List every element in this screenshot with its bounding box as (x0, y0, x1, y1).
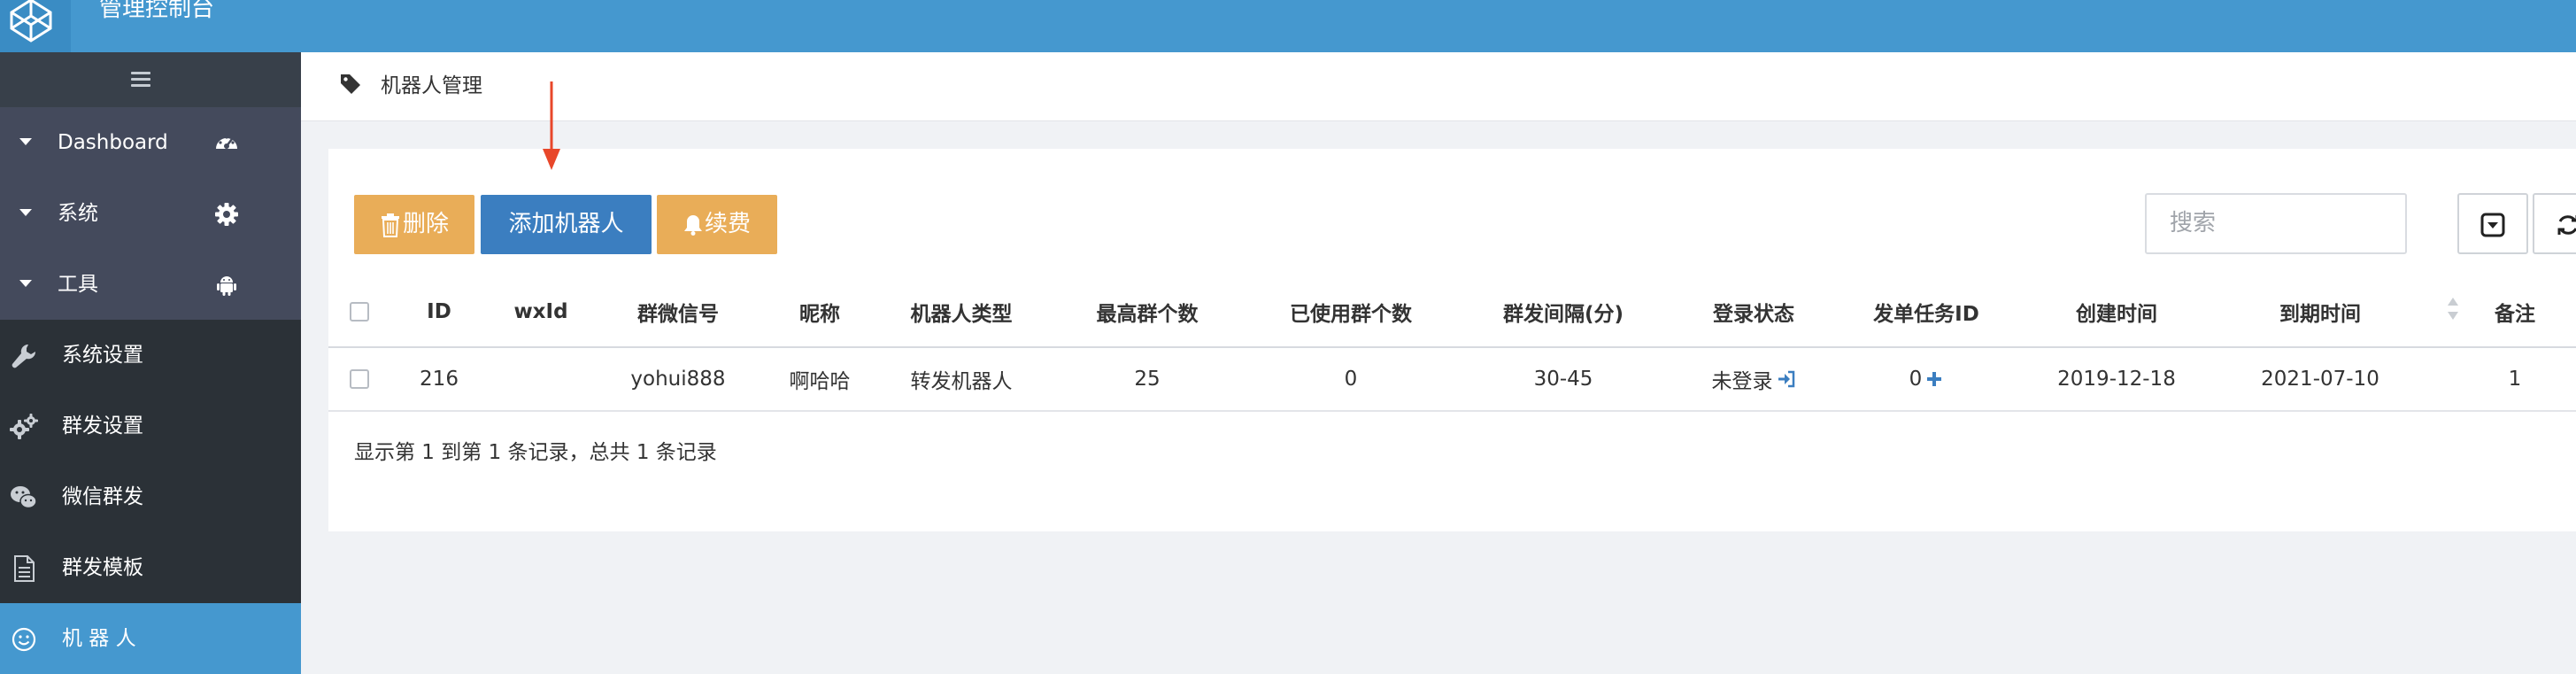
column-header[interactable]: 登录状态 (1674, 277, 1833, 346)
cell-id: 216 (420, 368, 459, 391)
codepen-logo-icon (10, 0, 52, 43)
cell-interval: 30-45 (1533, 368, 1593, 391)
column-header[interactable]: 群微信号 (594, 277, 762, 346)
sidebar-toggle[interactable] (0, 52, 301, 107)
row-select-cell (328, 348, 390, 410)
sidebar-item-label: 群发设置 (62, 414, 143, 438)
android-icon (217, 276, 236, 296)
column-toggle-button[interactable] (2457, 193, 2528, 254)
refresh-button[interactable] (2533, 193, 2576, 254)
column-header[interactable]: 机器人类型 (877, 277, 1045, 346)
annotation-arrow-icon (543, 81, 560, 170)
caret-down-icon (19, 209, 32, 216)
cell-wxid (488, 348, 594, 410)
cell-max-groups: 25 (1134, 368, 1161, 391)
delete-button[interactable]: 删除 (354, 195, 474, 254)
cell-nickname: 啊哈哈 (789, 370, 851, 393)
breadcrumb: 机器人管理 (301, 52, 2576, 121)
sidebar-item-label: 机 器 人 (62, 627, 136, 650)
column-header[interactable]: wxId (488, 277, 594, 346)
pagination-summary: 显示第 1 到第 1 条记录，总共 1 条记录 (354, 441, 717, 464)
sidebar-item-broadcast-settings[interactable]: 群发设置 (0, 391, 301, 461)
sidebar-group-dashboard[interactable]: Dashboard (0, 107, 301, 178)
task-id-text: 0 (1909, 368, 1923, 391)
column-header[interactable]: 昵称 (762, 277, 877, 346)
add-robot-label: 添加机器人 (508, 211, 624, 237)
top-bar: 管理控制台 (0, 0, 2576, 52)
cell-wechat: yohui888 (630, 368, 726, 391)
select-all-cell (328, 277, 390, 346)
cell-task-id: 0 (1833, 348, 2019, 410)
sidebar-group-tools[interactable]: 工具 (0, 249, 301, 320)
smile-icon (12, 627, 36, 652)
sidebar-item-system-settings[interactable]: 系统设置 (0, 320, 301, 391)
column-header[interactable]: ID (390, 277, 488, 346)
cell-remark: 1 (2508, 368, 2522, 391)
plus-icon[interactable] (1925, 370, 1943, 388)
sidebar-group-system[interactable]: 系统 (0, 178, 301, 249)
column-header[interactable]: 已使用群个数 (1249, 277, 1453, 346)
wechat-icon (11, 486, 37, 509)
wrench-icon (12, 344, 36, 368)
refresh-icon (2557, 215, 2576, 235)
trash-icon (381, 213, 399, 237)
page-title: 机器人管理 (381, 74, 482, 97)
sidebar-item-broadcast-templates[interactable]: 群发模板 (0, 532, 301, 603)
column-header[interactable]: 群发间隔(分) (1453, 277, 1674, 346)
renew-button[interactable]: 续费 (657, 195, 777, 254)
logo[interactable] (0, 0, 71, 52)
sidebar-group-label: Dashboard (58, 131, 168, 154)
add-robot-button[interactable]: 添加机器人 (481, 195, 652, 254)
column-header[interactable]: 最高群个数 (1045, 277, 1249, 346)
sidebar-item-robots[interactable]: 机 器 人 (0, 603, 301, 674)
column-header[interactable]: 发单任务ID (1833, 277, 2019, 346)
column-header[interactable]: 到期时间 (2214, 277, 2426, 346)
renew-label: 续费 (704, 211, 751, 237)
search-input[interactable]: 搜索 (2145, 193, 2407, 254)
tag-icon (341, 74, 360, 94)
row-checkbox[interactable] (350, 369, 369, 389)
cell-created: 2019-12-18 (2057, 368, 2176, 391)
sidebar-item-wechat-broadcast[interactable]: 微信群发 (0, 461, 301, 532)
sidebar-item-label: 群发模板 (62, 556, 143, 579)
dashboard-icon (216, 136, 237, 149)
sidebar-item-label: 微信群发 (62, 485, 143, 508)
sign-in-icon[interactable] (1777, 369, 1796, 389)
column-header[interactable]: 创建时间 (2019, 277, 2214, 346)
cell-used-groups: 0 (1344, 368, 1358, 391)
gear-icon (215, 203, 238, 226)
caret-down-icon (19, 138, 32, 145)
sidebar-group-label: 系统 (58, 202, 98, 225)
robot-table-panel: 删除 添加机器人 续费 搜索 ID wxId 群微信号 昵称 机器人类型 最高群… (328, 149, 2576, 531)
delete-label: 删除 (402, 211, 449, 237)
caret-down-icon (19, 280, 32, 287)
table-header: ID wxId 群微信号 昵称 机器人类型 最高群个数 已使用群个数 群发间隔(… (328, 277, 2576, 348)
column-header[interactable]: 备注 (2462, 277, 2568, 346)
sidebar-group-label: 工具 (58, 273, 98, 296)
sort-icon[interactable] (2446, 295, 2460, 323)
select-all-checkbox[interactable] (350, 302, 369, 322)
gears-icon (10, 414, 38, 439)
app-title: 管理控制台 (99, 0, 215, 22)
document-icon (14, 555, 35, 582)
hamburger-icon (131, 72, 150, 88)
login-status-text: 未登录 (1711, 370, 1773, 393)
sidebar: Dashboard 系统 工具 系统设置 群发设置 微信群发 群发模板 机 器 … (0, 52, 301, 674)
dropdown-square-icon (2480, 213, 2505, 237)
table-row[interactable]: 216 yohui888 啊哈哈 转发机器人 25 0 30-45 未登录 0 … (328, 348, 2576, 412)
cell-expires: 2021-07-10 (2261, 368, 2379, 391)
sidebar-item-label: 系统设置 (62, 344, 143, 367)
bell-icon (683, 214, 702, 236)
cell-type: 转发机器人 (910, 370, 1013, 393)
cell-login-status: 未登录 (1674, 348, 1833, 410)
